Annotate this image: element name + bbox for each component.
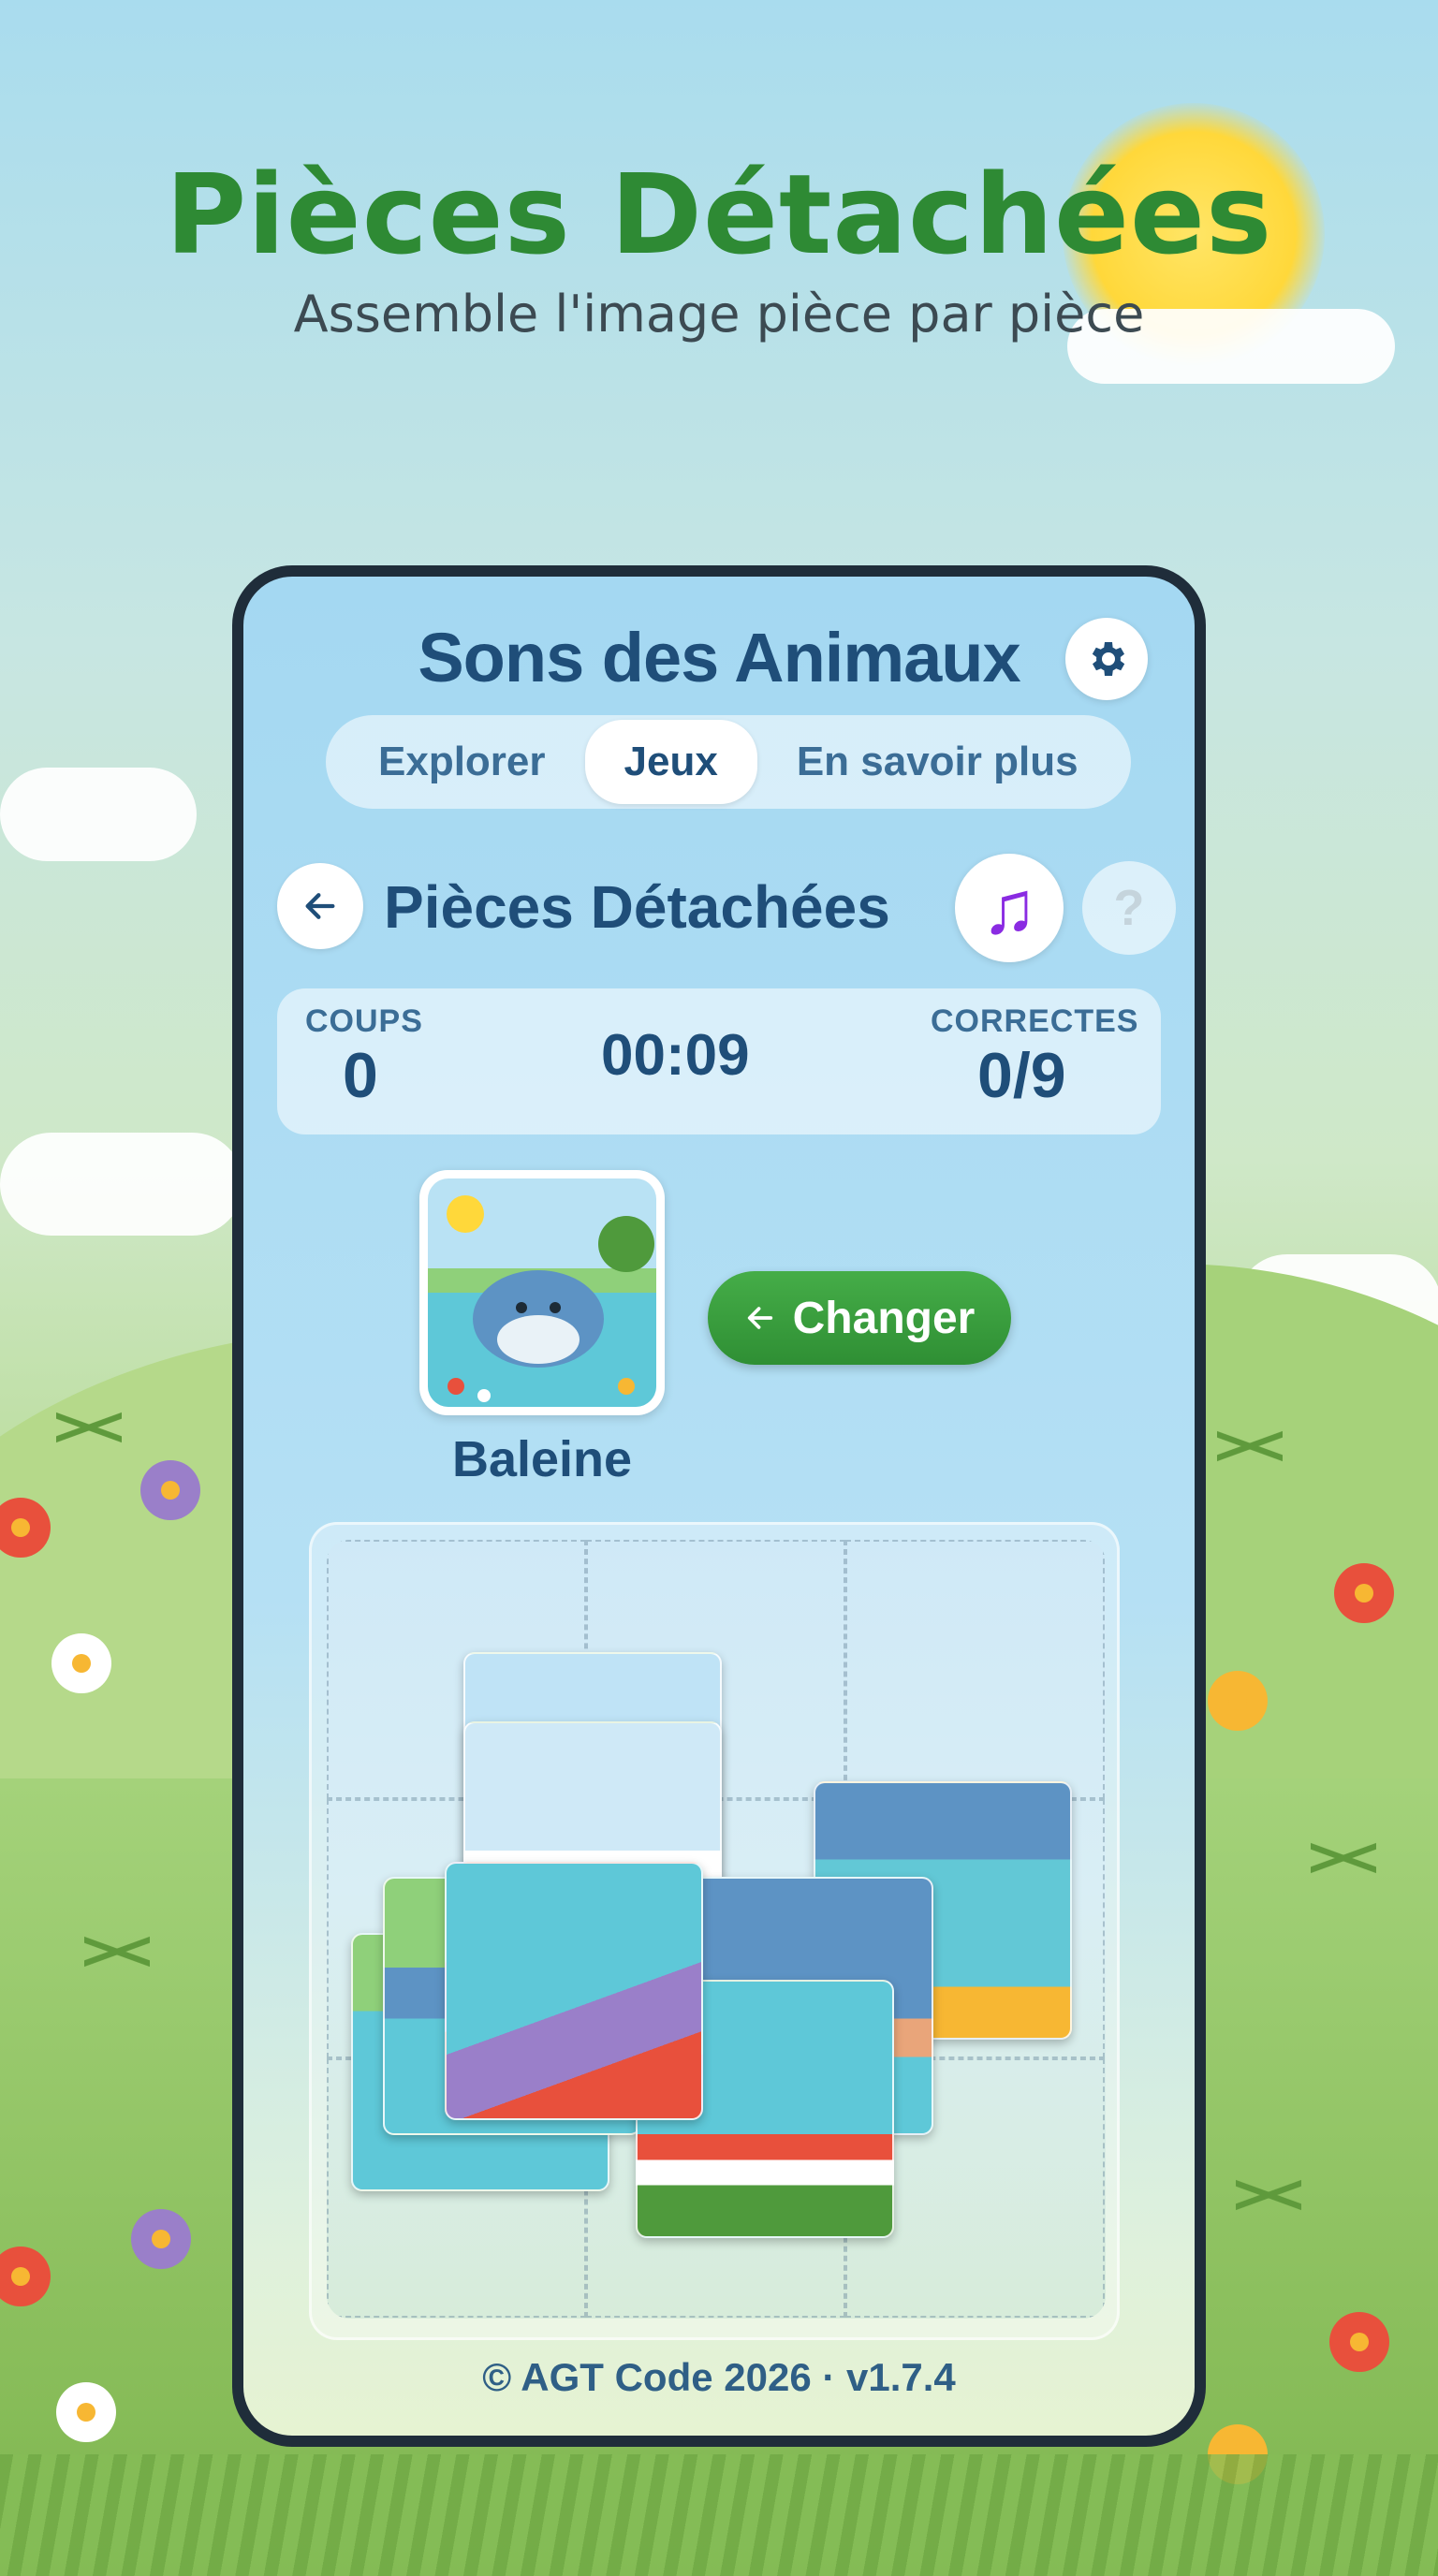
cloud-decoration (0, 768, 197, 861)
grass-decoration (0, 2454, 1438, 2576)
arrow-left-icon (305, 893, 335, 919)
page-subtitle: Assemble l'image pièce par pièce (293, 285, 1145, 344)
cloud-decoration (0, 1133, 243, 1236)
tab-jeux[interactable]: Jeux (584, 720, 757, 804)
puzzle-slot[interactable] (845, 1540, 1105, 1799)
music-note-icon: ♫ (981, 866, 1037, 949)
game-title: Pièces Détachées (384, 873, 890, 941)
puzzle-board-container (309, 1522, 1120, 2340)
moves-label: COUPS (305, 1003, 423, 1039)
flower-decoration (51, 1633, 111, 1693)
flower-decoration (131, 2209, 191, 2269)
flower-decoration (140, 1460, 200, 1520)
question-mark-icon: ? (1113, 880, 1145, 936)
page-title: Pièces Détachées (165, 150, 1273, 279)
help-button[interactable]: ? (1082, 861, 1176, 955)
music-button[interactable]: ♫ (955, 854, 1064, 962)
correct-label: CORRECTES (931, 1003, 1139, 1039)
nav-tabs: Explorer Jeux En savoir plus (326, 715, 1131, 809)
tab-en-savoir-plus[interactable]: En savoir plus (757, 720, 1118, 804)
grass-tuft-decoration (84, 1928, 150, 1975)
flower-decoration (56, 2382, 116, 2442)
gear-icon (1092, 642, 1125, 676)
page-header: Pièces Détachées Assemble l'image pièce … (0, 150, 1438, 344)
grass-tuft-decoration (1311, 1835, 1376, 1881)
tab-explorer[interactable]: Explorer (339, 720, 585, 804)
change-button-label: Changer (792, 1293, 976, 1343)
back-button[interactable] (277, 863, 363, 949)
settings-button[interactable] (1065, 618, 1148, 700)
flower-decoration (1329, 2312, 1389, 2372)
flower-decoration (1208, 1671, 1268, 1731)
phone-frame: Sons des Animaux Explorer Jeux En savoir… (232, 565, 1206, 2447)
whale-illustration (428, 1178, 656, 1407)
reference-image (419, 1170, 665, 1415)
moves-value: 0 (343, 1040, 378, 1111)
timer: 00:09 (601, 1023, 750, 1088)
grass-tuft-decoration (1217, 1423, 1283, 1470)
arrow-left-icon (747, 1307, 772, 1329)
app-title: Sons des Animaux (418, 619, 1020, 696)
change-image-button[interactable]: Changer (708, 1271, 1011, 1365)
animal-name: Baleine (451, 1431, 633, 1487)
grass-tuft-decoration (56, 1404, 122, 1451)
grass-tuft-decoration (1236, 2172, 1301, 2218)
flower-decoration (1334, 1563, 1394, 1623)
correct-value: 0/9 (977, 1040, 1066, 1111)
stats-panel: COUPS 0 00:09 CORRECTES 0/9 (277, 988, 1161, 1134)
puzzle-board (327, 1540, 1106, 2319)
puzzle-piece[interactable] (445, 1862, 703, 2120)
footer-credit: © AGT Code 2026 · v1.7.4 (482, 2355, 956, 2399)
